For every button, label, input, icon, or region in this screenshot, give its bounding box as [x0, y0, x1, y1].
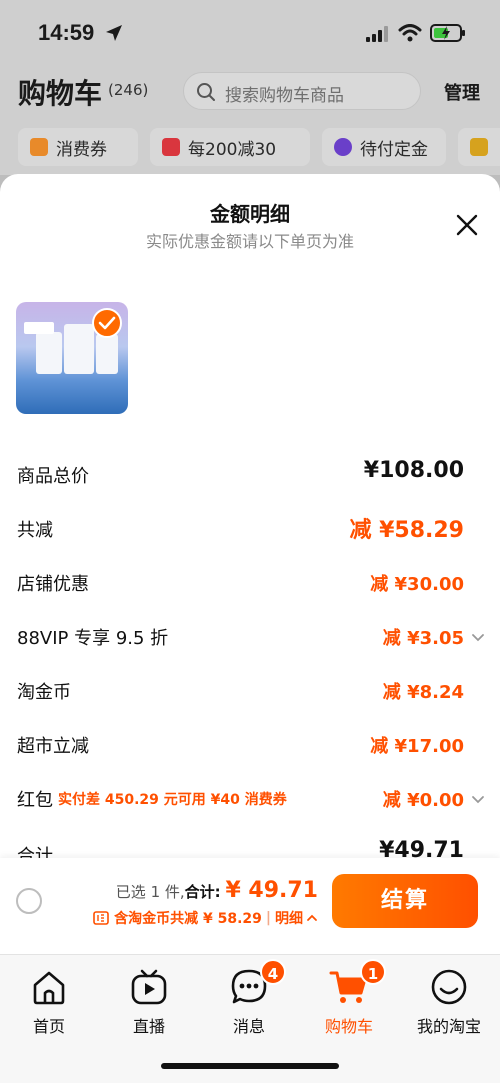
row-vip-discount[interactable]: 88VIP 专享 9.5 折 减 ¥3.05 — [0, 622, 500, 652]
row-taojinbi: 淘金币 减 ¥8.24 — [0, 676, 500, 706]
row-red-packet[interactable]: 红包 实付差 450.29 元可用 ¥40 消费券 减 ¥0.00 — [0, 784, 500, 814]
search-placeholder: 搜索购物车商品 — [225, 86, 344, 106]
chip-more[interactable] — [458, 128, 500, 166]
live-icon — [131, 969, 167, 1005]
sheet-subtitle: 实际优惠金额请以下单页为准 — [145, 232, 354, 251]
tab-label: 首页 — [32, 1017, 65, 1036]
row-value: 减 ¥3.05 — [382, 628, 464, 649]
tab-messages[interactable]: 消息 4 — [204, 959, 294, 1037]
row-label: 红包 — [17, 790, 53, 811]
page-title: 购物车 — [18, 77, 103, 110]
checkout-button[interactable]: 结算 — [332, 874, 478, 928]
chevron-up-icon — [307, 914, 317, 921]
chip-label: 每200减30 — [188, 139, 277, 160]
detail-link[interactable]: 明细 — [275, 908, 303, 928]
home-indicator — [161, 1063, 339, 1069]
row-value: 减 ¥0.00 — [382, 790, 464, 811]
coupon-icon — [30, 138, 48, 156]
tab-cart[interactable]: 购物车 1 — [304, 959, 394, 1037]
total-label: 合计: — [184, 883, 221, 901]
manage-button[interactable]: 管理 — [444, 79, 480, 105]
selection-summary: 已选 1 件,合计: ¥ 49.71 — [116, 878, 318, 903]
row-value: 减 ¥30.00 — [370, 574, 464, 595]
unread-badge: 4 — [260, 959, 286, 985]
cart-page-background: 14:59 购物车 (246) 搜索购物车商品 管理 消费券 每200减30 待… — [0, 0, 500, 175]
select-all-checkbox[interactable] — [16, 888, 42, 914]
total-amount: ¥ 49.71 — [225, 878, 318, 903]
profile-icon — [431, 969, 467, 1005]
location-arrow-icon — [106, 25, 122, 41]
search-input[interactable]: 搜索购物车商品 — [183, 72, 421, 110]
checkout-bar: 已选 1 件,合计: ¥ 49.71 含淘金币共减 ¥ 58.29 | 明细 结… — [0, 858, 500, 954]
home-icon — [33, 971, 65, 1005]
discount-summary[interactable]: 含淘金币共减 ¥ 58.29 | 明细 — [93, 908, 318, 928]
wifi-icon — [398, 24, 422, 42]
battery-charging-icon — [430, 24, 465, 42]
search-icon — [197, 83, 215, 101]
row-label: 店铺优惠 — [17, 574, 89, 595]
row-supermarket-discount: 超市立减 减 ¥17.00 — [0, 730, 500, 760]
chevron-down-icon[interactable] — [470, 791, 486, 807]
chevron-down-icon[interactable] — [470, 629, 486, 645]
status-bar: 14:59 — [0, 14, 500, 54]
row-total-price: 商品总价 ¥108.00 — [0, 458, 500, 490]
selected-check-icon — [92, 308, 122, 338]
chip-discount-offer[interactable]: 每200减30 — [150, 128, 310, 166]
row-total-discount: 共减 减 ¥58.29 — [0, 514, 500, 544]
tab-my-taobao[interactable]: 我的淘宝 — [404, 967, 494, 1037]
price-detail-sheet: 金额明细 实际优惠金额请以下单页为准 商品总价 ¥108.00 共减 减 ¥58… — [0, 174, 500, 954]
chip-label: 消费券 — [56, 139, 107, 160]
row-label: 88VIP 专享 9.5 折 — [17, 628, 169, 649]
shop-icon — [162, 138, 180, 156]
product-box — [64, 324, 94, 374]
product-box — [36, 332, 62, 374]
row-shop-discount: 店铺优惠 减 ¥30.00 — [0, 568, 500, 598]
tab-label: 购物车 — [324, 1017, 373, 1036]
tab-live[interactable]: 直播 — [104, 967, 194, 1037]
chip-coupon[interactable]: 消费券 — [18, 128, 138, 166]
product-box — [96, 334, 118, 374]
tab-home[interactable]: 首页 — [4, 967, 94, 1037]
row-value: 减 ¥8.24 — [382, 682, 464, 703]
row-label: 商品总价 — [17, 466, 89, 487]
status-time: 14:59 — [38, 20, 95, 45]
row-label: 淘金币 — [17, 682, 71, 703]
row-label: 共减 — [17, 520, 53, 541]
sheet-title: 金额明细 — [210, 202, 290, 226]
tab-label: 直播 — [132, 1017, 165, 1036]
separator: | — [265, 910, 271, 926]
coupon-ticket-icon — [93, 911, 109, 925]
row-value: 减 ¥58.29 — [349, 518, 464, 543]
row-value: ¥108.00 — [363, 458, 464, 483]
row-value: 减 ¥17.00 — [370, 736, 464, 757]
clock-icon — [334, 138, 352, 156]
product-tag — [24, 322, 54, 334]
close-icon[interactable] — [456, 214, 478, 236]
row-label: 超市立减 — [17, 736, 89, 757]
cart-badge: 1 — [360, 959, 386, 985]
chip-deposit[interactable]: 待付定金 — [322, 128, 446, 166]
discount-text: 含淘金币共减 ¥ 58.29 — [114, 911, 262, 927]
tab-bar: 首页 直播 消息 4 购物车 1 我的淘宝 — [0, 954, 500, 1083]
cellular-signal-icon — [366, 26, 388, 42]
folder-icon — [470, 138, 488, 156]
selected-count: 已选 1 件, — [115, 883, 185, 901]
tab-label: 消息 — [232, 1017, 265, 1036]
cart-count: (246) — [108, 81, 149, 99]
chip-label: 待付定金 — [360, 139, 428, 160]
tab-label: 我的淘宝 — [416, 1017, 481, 1036]
red-packet-note: 实付差 450.29 元可用 ¥40 消费券 — [58, 792, 287, 808]
